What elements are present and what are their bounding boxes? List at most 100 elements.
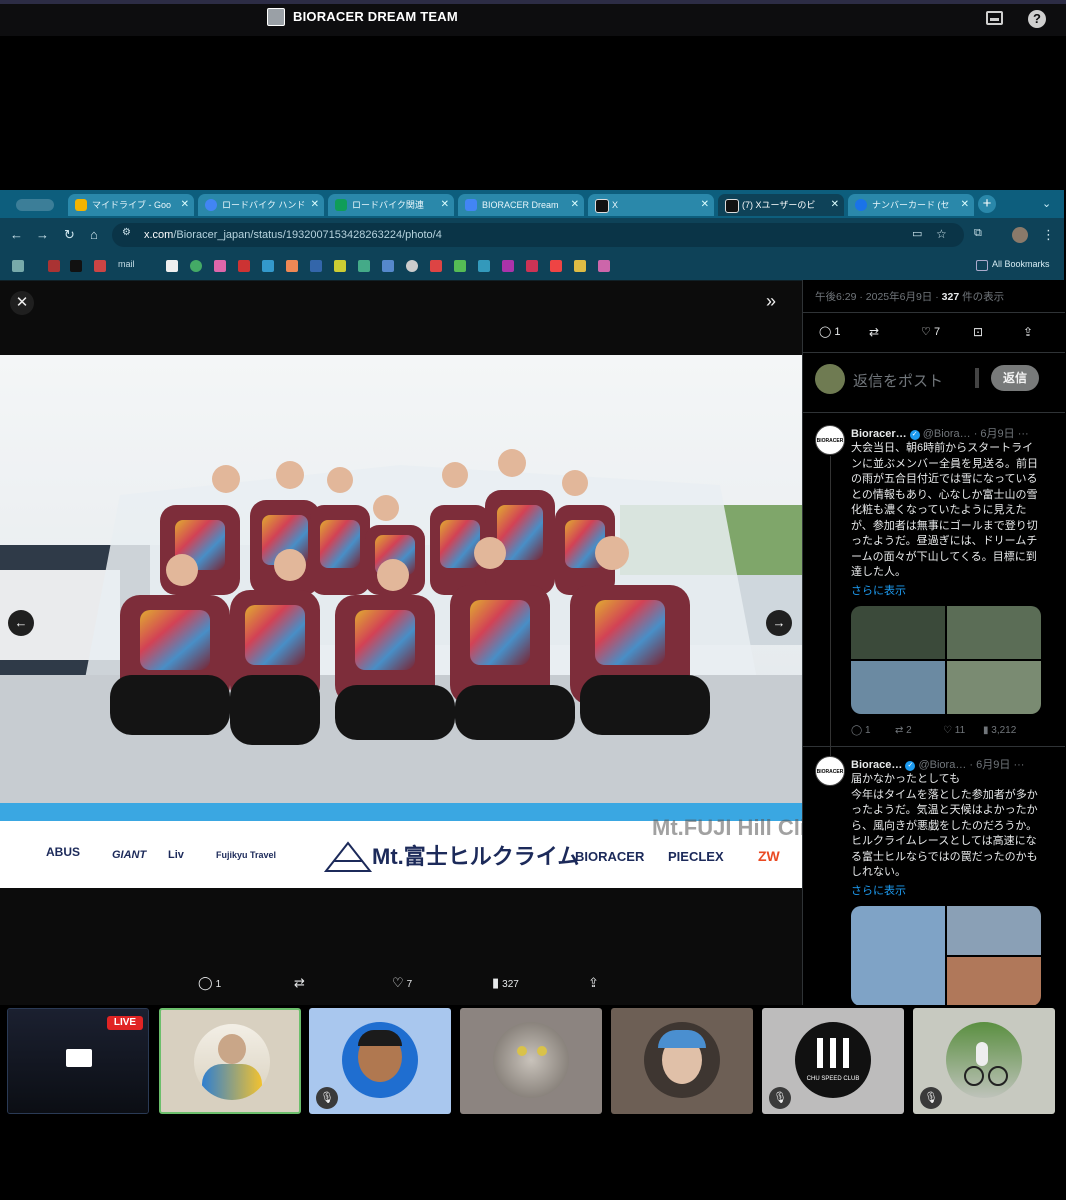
previous-photo-button[interactable]: ← — [8, 610, 34, 636]
close-icon[interactable]: ✕ — [571, 194, 579, 216]
close-icon[interactable]: ✕ — [441, 194, 449, 216]
reload-icon[interactable]: ↻ — [64, 227, 75, 243]
tweet-repost-stat[interactable]: ⇄ 2 — [895, 725, 912, 736]
participant-tile[interactable]: 🎙 — [309, 1008, 451, 1114]
maps-icon[interactable] — [454, 260, 466, 272]
close-icon[interactable]: ✕ — [961, 194, 969, 216]
gmail-icon[interactable] — [94, 260, 106, 272]
tweet-media-grid[interactable] — [851, 606, 1041, 714]
photo-like-action[interactable]: ♡ 7 — [392, 975, 412, 991]
participant-tile[interactable] — [611, 1008, 753, 1114]
bookmark-mail-label[interactable]: mail — [118, 259, 135, 269]
home-icon[interactable]: ⌂ — [90, 227, 98, 242]
photo-share-action[interactable]: ⇪ — [588, 975, 602, 991]
media-thumbnail[interactable] — [947, 957, 1041, 1005]
collapse-panel-icon[interactable]: » — [766, 291, 792, 315]
bookmark-icon[interactable]: ⊡ — [973, 325, 983, 339]
all-bookmarks-link[interactable]: All Bookmarks — [992, 259, 1050, 269]
bookmark-icon[interactable] — [526, 260, 538, 272]
participant-tile[interactable] — [159, 1008, 301, 1114]
bookmark-icon[interactable] — [550, 260, 562, 272]
close-icon[interactable]: ✕ — [701, 194, 709, 216]
bookmark-icon[interactable] — [598, 260, 610, 272]
bookmark-icon[interactable] — [238, 260, 250, 272]
tab-search-icon[interactable]: ⌄ — [1042, 197, 1051, 210]
tab-docs[interactable]: BIORACER Dream ✕ — [458, 194, 584, 216]
reply-button[interactable]: 返信 — [991, 365, 1039, 391]
tab-drive-folder[interactable]: ロードバイク関連 ✕ — [328, 194, 454, 216]
tab-x[interactable]: X ✕ — [588, 194, 714, 216]
media-thumbnail[interactable] — [947, 606, 1041, 659]
profile-avatar[interactable] — [1012, 227, 1028, 243]
youtube-icon[interactable] — [48, 260, 60, 272]
bookmark-icon[interactable] — [502, 260, 514, 272]
participant-tile[interactable] — [460, 1008, 602, 1114]
extensions-icon[interactable]: ⧉ — [974, 227, 982, 240]
new-tab-button[interactable]: + — [978, 195, 996, 213]
help-icon[interactable]: ? — [1028, 10, 1046, 28]
media-thumbnail[interactable] — [851, 906, 945, 1005]
tab-number-card[interactable]: ナンバーカード (セ ✕ — [848, 194, 974, 216]
repost-icon[interactable]: ⇄ — [869, 325, 879, 339]
tab-google-search[interactable]: ロードバイク ハンド ✕ — [198, 194, 324, 216]
photo-repost-action[interactable]: ⇄ — [294, 975, 308, 991]
cast-icon[interactable]: ▭ — [912, 227, 922, 240]
bookmark-r-icon[interactable] — [166, 260, 178, 272]
bookmark-icon[interactable] — [382, 260, 394, 272]
bookmark-icon[interactable] — [334, 260, 346, 272]
media-thumbnail[interactable] — [947, 661, 1041, 714]
x-bookmark-icon[interactable] — [70, 260, 82, 272]
bioracer-avatar[interactable]: BIORACER — [815, 756, 845, 786]
tab-label: X — [612, 200, 619, 210]
menu-icon[interactable]: ⋮ — [1042, 227, 1055, 243]
forward-icon[interactable]: → — [36, 227, 49, 242]
close-icon[interactable]: ✕ — [181, 194, 189, 216]
tweet-media-grid[interactable] — [851, 906, 1041, 1005]
bookmark-icon[interactable] — [310, 260, 322, 272]
media-thumbnail[interactable] — [947, 906, 1041, 955]
back-icon[interactable]: ← — [10, 227, 23, 242]
site-info-icon[interactable]: ⚙ — [122, 227, 131, 238]
window-controls[interactable] — [16, 199, 54, 211]
share-icon[interactable]: ⇪ — [1023, 325, 1033, 339]
user-avatar[interactable] — [815, 364, 845, 394]
media-icon[interactable] — [975, 368, 979, 388]
participant-tile[interactable]: CHU SPEED CLUB 🎙 — [762, 1008, 904, 1114]
tweet-reply-stat[interactable]: ◯ 1 — [851, 725, 871, 736]
close-viewer-button[interactable]: ✕ — [10, 291, 34, 315]
tab-x-active[interactable]: (7) Xユーザーのビ ✕ — [718, 194, 844, 216]
screen-share-icon[interactable] — [986, 11, 1003, 25]
show-more-link[interactable]: さらに表示 — [851, 882, 906, 898]
close-icon[interactable]: ✕ — [311, 194, 319, 216]
post-reply-action[interactable]: ◯ 1 — [819, 325, 841, 338]
media-thumbnail[interactable] — [851, 606, 945, 659]
photo-reply-action[interactable]: ◯ 1 — [198, 975, 221, 991]
participant-tile[interactable]: 🎙 — [913, 1008, 1055, 1114]
photo-views-action[interactable]: ▮ 327 — [492, 975, 519, 991]
tweet-like-stat[interactable]: ♡ 11 — [943, 725, 965, 736]
close-icon[interactable]: ✕ — [831, 194, 839, 216]
bookmark-icon[interactable] — [574, 260, 586, 272]
drive-bookmark-icon[interactable] — [358, 260, 370, 272]
bookmark-icon[interactable] — [190, 260, 202, 272]
tab-drive[interactable]: マイドライブ - Goo ✕ — [68, 194, 194, 216]
media-thumbnail[interactable] — [851, 661, 945, 714]
bookmark-icon[interactable] — [478, 260, 490, 272]
bioracer-avatar[interactable]: BIORACER — [815, 425, 845, 455]
bookmark-icon[interactable] — [430, 260, 442, 272]
next-photo-button[interactable]: → — [766, 610, 792, 636]
instagram-icon[interactable] — [214, 260, 226, 272]
tweet-views-stat[interactable]: ▮ 3,212 — [983, 725, 1016, 736]
slack-icon[interactable] — [286, 260, 298, 272]
post-like-action[interactable]: ♡ 7 — [921, 325, 940, 338]
bookmark-star-icon[interactable]: ☆ — [936, 227, 947, 241]
reply-input[interactable]: 返信をポスト — [853, 370, 943, 391]
show-more-link[interactable]: さらに表示 — [851, 582, 906, 598]
author-name[interactable]: Bioracer… — [851, 428, 907, 440]
more-options-icon[interactable]: ··· — [1018, 428, 1029, 440]
bookmark-icon[interactable] — [406, 260, 418, 272]
calendar-icon[interactable] — [262, 260, 274, 272]
more-options-icon[interactable]: ··· — [1013, 759, 1024, 771]
apps-icon[interactable] — [12, 260, 24, 272]
author-name[interactable]: Biorace… — [851, 759, 902, 771]
